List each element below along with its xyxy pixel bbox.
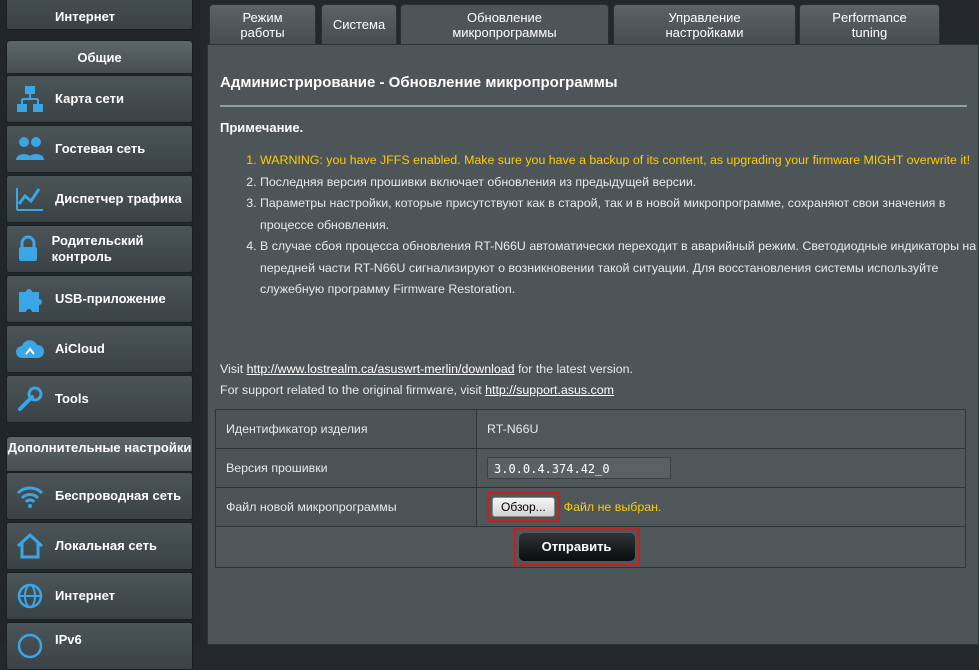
- list-item: Параметры настройки, которые присутствую…: [260, 193, 979, 236]
- tab-system[interactable]: Система: [321, 4, 397, 44]
- list-item: WARNING: you have JFFS enabled. Make sur…: [260, 150, 979, 172]
- file-picker-cell: Обзор... Файл не выбран.: [476, 487, 966, 527]
- table-row: Файл новой микропрограммы Обзор... Файл н…: [215, 487, 966, 527]
- sidebar-item-usb-application[interactable]: USB-приложение: [6, 275, 193, 323]
- firmware-info-table: Идентификатор изделия RT-N66U Версия про…: [215, 409, 966, 568]
- lock-icon: [13, 232, 44, 266]
- sidebar-item-network-map[interactable]: Карта сети: [6, 75, 193, 123]
- browse-highlight: Обзор...: [487, 492, 560, 522]
- sidebar-item-traffic-manager[interactable]: Диспетчер трафика: [6, 175, 193, 223]
- ipv6-icon: [13, 629, 47, 663]
- network-map-icon: [13, 82, 47, 116]
- home-icon: [13, 529, 47, 563]
- tab-operation-mode[interactable]: Режим работы: [209, 4, 316, 44]
- sidebar-item-internet[interactable]: Интернет: [6, 572, 193, 620]
- list-item: В случае сбоя процесса обновления RT-N66…: [260, 236, 979, 301]
- submit-highlight: Отправить: [513, 528, 640, 566]
- sidebar-item-label: IPv6: [55, 632, 82, 647]
- tab-label: Обновление микропрограммы: [452, 10, 557, 40]
- sidebar-item-label: USB-приложение: [55, 291, 166, 306]
- tab-label: Performance tuning: [832, 9, 907, 40]
- title-divider: [220, 105, 967, 107]
- submit-cell: Отправить: [215, 526, 966, 568]
- sidebar-header-advanced: Дополнительные настройки: [6, 436, 193, 472]
- list-item: Последняя версия прошивки включает обнов…: [260, 172, 979, 194]
- browse-button[interactable]: Обзор...: [492, 497, 555, 517]
- sidebar-header-general: Общие: [6, 40, 193, 74]
- sidebar-item-label: Беспроводная сеть: [55, 488, 182, 503]
- table-row: Отправить: [215, 526, 966, 568]
- sidebar-item-label: Карта сети: [55, 91, 124, 106]
- sidebar-item-label: Интернет: [55, 588, 116, 603]
- sidebar-item-tools[interactable]: Tools: [6, 375, 193, 423]
- tab-label: Управление настройками: [665, 9, 744, 40]
- guest-network-icon: [13, 132, 47, 166]
- aicloud-icon: [13, 332, 47, 366]
- sidebar-item-aicloud[interactable]: AiCloud: [6, 325, 193, 373]
- no-file-text: Файл не выбран.: [563, 500, 662, 514]
- sidebar-item-label: Интернет: [55, 9, 116, 24]
- firmware-version-cell: 3.0.0.4.374.42_0: [476, 448, 966, 488]
- new-firmware-label: Файл новой микропрограммы: [215, 487, 477, 527]
- sidebar-item-label: AiCloud: [55, 341, 105, 356]
- submit-button[interactable]: Отправить: [518, 533, 635, 561]
- sidebar-item-lan[interactable]: Локальная сеть: [6, 522, 193, 570]
- sidebar: Интернет Общие Карта сети Гостевая сеть …: [0, 0, 200, 670]
- wifi-icon: [13, 479, 47, 513]
- sidebar-item-label: Родительский контроль: [51, 233, 144, 264]
- sidebar-item-internet-top[interactable]: Интернет: [6, 0, 193, 30]
- support-prefix: For support related to the original firm…: [220, 383, 486, 397]
- table-row: Идентификатор изделия RT-N66U: [215, 409, 966, 449]
- tab-label: Система: [332, 17, 386, 32]
- sidebar-item-label: Tools: [55, 391, 89, 406]
- asus-support-link[interactable]: http://support.asus.com: [485, 383, 614, 397]
- firmware-version-field: 3.0.0.4.374.42_0: [487, 457, 671, 479]
- tab-firmware-upgrade[interactable]: Обновление микропрограммы: [400, 4, 609, 45]
- tab-performance-tuning[interactable]: Performance tuning: [799, 4, 940, 44]
- sidebar-item-guest-network[interactable]: Гостевая сеть: [6, 125, 193, 173]
- sidebar-item-parental-control[interactable]: Родительский контроль: [6, 225, 193, 273]
- notes-list: WARNING: you have JFFS enabled. Make sur…: [220, 150, 979, 301]
- sidebar-item-label: Локальная сеть: [55, 538, 157, 553]
- firmware-version-label: Версия прошивки: [215, 448, 477, 488]
- globe-icon: [13, 579, 47, 613]
- visit-prefix: Visit: [220, 362, 247, 376]
- usb-puzzle-icon: [13, 282, 47, 316]
- sidebar-item-label: Диспетчер трафика: [55, 191, 182, 206]
- version-links: Visit http://www.lostrealm.ca/asuswrt-me…: [220, 359, 633, 401]
- traffic-manager-icon: [13, 182, 47, 216]
- wrench-icon: [13, 382, 47, 416]
- main-panel: Администрирование - Обновление микропрог…: [207, 44, 979, 645]
- tab-label: Режим работы: [240, 9, 285, 40]
- merlin-download-link[interactable]: http://www.lostrealm.ca/asuswrt-merlin/d…: [247, 362, 515, 376]
- sidebar-item-ipv6[interactable]: IPv6: [6, 622, 193, 670]
- product-id-label: Идентификатор изделия: [215, 409, 477, 449]
- table-row: Версия прошивки 3.0.0.4.374.42_0: [215, 448, 966, 488]
- tab-settings-management[interactable]: Управление настройками: [613, 4, 796, 44]
- sidebar-item-label: Гостевая сеть: [55, 141, 146, 156]
- note-label: Примечание.: [220, 120, 304, 135]
- page-title: Администрирование - Обновление микропрог…: [220, 74, 618, 91]
- sidebar-item-wireless[interactable]: Беспроводная сеть: [6, 472, 193, 520]
- globe-icon: [13, 0, 47, 23]
- visit-suffix: for the latest version.: [514, 362, 633, 376]
- product-id-value: RT-N66U: [476, 409, 966, 449]
